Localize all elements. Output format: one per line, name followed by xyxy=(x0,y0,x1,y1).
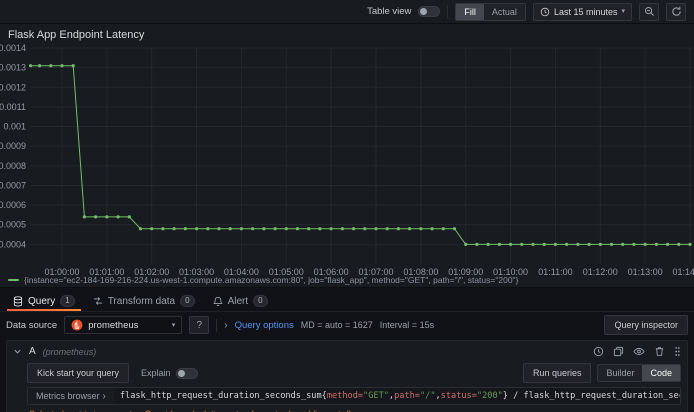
magnifier-minus-icon xyxy=(644,6,654,16)
run-queries-button[interactable]: Run queries xyxy=(522,363,592,383)
svg-text:01:11:00: 01:11:00 xyxy=(538,267,572,277)
latency-chart: 0.0014 0.0013 0.0012 0.0011 0.001 0.0009 0.000… xyxy=(0,43,694,277)
promql-editor: Metrics browser › flask_http_request_dur… xyxy=(27,387,681,405)
series-marker xyxy=(8,279,19,281)
query-section: A (prometheus) Kick start your query Exp… xyxy=(0,338,694,412)
time-range-label: Last 15 minutes xyxy=(553,6,618,17)
query-row-actions xyxy=(593,346,681,357)
explain-label: Explain xyxy=(141,368,171,378)
editor-topbar: Table view Fill Actual Last 15 minutes ▾ xyxy=(0,0,694,24)
divider xyxy=(216,318,218,332)
svg-text:0.001: 0.001 xyxy=(3,122,26,132)
explain-toggle[interactable] xyxy=(175,367,198,379)
tab-transform-data[interactable]: Transform data 0 xyxy=(84,291,204,311)
chevron-down-icon: ▾ xyxy=(621,7,625,15)
query-ref-id: A xyxy=(29,346,36,357)
angle-right-icon: › xyxy=(102,390,106,402)
query-row-header[interactable]: A (prometheus) xyxy=(13,344,681,359)
time-series-chart[interactable]: 0.0014 0.0013 0.0012 0.0011 0.001 0.0009 0.000… xyxy=(0,42,694,278)
database-icon xyxy=(13,295,23,307)
svg-text:0.0006: 0.0006 xyxy=(0,200,26,210)
history-clock-icon[interactable] xyxy=(593,346,604,357)
angle-right-icon: › xyxy=(224,319,228,331)
interval-summary: Interval = 15s xyxy=(379,320,435,330)
trash-icon[interactable] xyxy=(654,346,665,357)
editor-tabs: Query 1 Transform data 0 Alert 0 xyxy=(0,291,694,312)
query-toolbar: Kick start your query Explain Run querie… xyxy=(27,363,681,383)
latency-panel: Flask App Endpoint Latency 0.0014 0.0013 0… xyxy=(0,24,694,288)
svg-text:01:14:00: 01:14:00 xyxy=(672,267,694,277)
svg-text:0.0004: 0.0004 xyxy=(0,239,26,249)
query-options-toggle[interactable]: Query options xyxy=(235,320,294,331)
time-range-picker[interactable]: Last 15 minutes ▾ xyxy=(532,2,632,21)
datasource-picker[interactable]: prometheus ▾ xyxy=(64,316,183,334)
datasource-value: prometheus xyxy=(88,319,139,331)
builder-mode-button[interactable]: Builder xyxy=(598,365,642,381)
chevron-down-icon: ▾ xyxy=(171,322,176,329)
divider xyxy=(447,5,449,18)
panel-title: Flask App Endpoint Latency xyxy=(8,29,145,41)
chevron-down-icon[interactable] xyxy=(13,347,22,356)
svg-text:0.0013: 0.0013 xyxy=(0,63,26,73)
copy-icon[interactable] xyxy=(613,346,624,357)
svg-text:01:13:00: 01:13:00 xyxy=(628,267,663,277)
fill-button[interactable]: Fill xyxy=(456,3,484,20)
refresh-button[interactable] xyxy=(666,2,686,21)
table-view-label: Table view xyxy=(367,6,412,17)
clock-icon xyxy=(540,7,550,16)
prometheus-icon xyxy=(71,319,83,331)
query-datasource-hint: (prometheus) xyxy=(42,346,97,357)
svg-text:0.0012: 0.0012 xyxy=(0,82,26,92)
fill-actual-group: Fill Actual xyxy=(455,2,526,21)
zoom-out-button[interactable] xyxy=(639,2,659,21)
tab-query-label: Query xyxy=(28,295,56,307)
query-inspector-button[interactable]: Query inspector xyxy=(604,315,688,335)
metrics-browser-button[interactable]: Metrics browser › xyxy=(28,388,114,404)
tab-query[interactable]: Query 1 xyxy=(4,291,84,311)
tab-query-count: 1 xyxy=(60,295,75,307)
max-data-points-summary: MD = auto = 1627 xyxy=(300,320,373,330)
svg-text:0.0014: 0.0014 xyxy=(0,43,26,53)
actual-button[interactable]: Actual xyxy=(484,4,525,20)
drag-handle-icon[interactable] xyxy=(674,346,681,357)
svg-text:01:12:00: 01:12:00 xyxy=(583,267,618,277)
grafana-panel-editor: Table view Fill Actual Last 15 minutes ▾… xyxy=(0,0,694,412)
bell-icon xyxy=(212,296,223,306)
tab-alert[interactable]: Alert 0 xyxy=(204,291,277,311)
tab-transform-count: 0 xyxy=(180,295,195,307)
tab-transform-label: Transform data xyxy=(107,295,176,307)
tab-alert-count: 0 xyxy=(253,295,268,307)
svg-text:0.0005: 0.0005 xyxy=(0,220,26,230)
transform-icon xyxy=(93,297,102,305)
svg-text:0.0008: 0.0008 xyxy=(0,161,26,171)
series-label[interactable]: {instance="ec2-184-169-216-224.us-west-1… xyxy=(24,275,518,285)
code-mode-button[interactable]: Code xyxy=(642,365,680,381)
datasource-label: Data source xyxy=(6,319,58,331)
eye-icon[interactable] xyxy=(633,346,645,357)
query-row-a: A (prometheus) Kick start your query Exp… xyxy=(6,340,688,412)
promql-expression[interactable]: flask_http_request_duration_seconds_sum{… xyxy=(113,388,680,404)
explain-control: Explain xyxy=(141,367,198,379)
metrics-browser-label: Metrics browser xyxy=(36,391,100,401)
table-view-toggle[interactable] xyxy=(418,6,441,17)
datasource-help-button[interactable]: ? xyxy=(189,316,210,334)
tab-alert-label: Alert xyxy=(227,295,249,307)
builder-code-group: Builder Code xyxy=(597,364,681,382)
datasource-row: Data source prometheus ▾ ? › Query optio… xyxy=(0,312,694,338)
refresh-icon xyxy=(671,6,681,16)
svg-text:0.0009: 0.0009 xyxy=(0,141,26,151)
svg-text:0.0011: 0.0011 xyxy=(0,102,26,112)
svg-text:0.0007: 0.0007 xyxy=(0,180,26,190)
kick-start-query-button[interactable]: Kick start your query xyxy=(27,363,130,383)
